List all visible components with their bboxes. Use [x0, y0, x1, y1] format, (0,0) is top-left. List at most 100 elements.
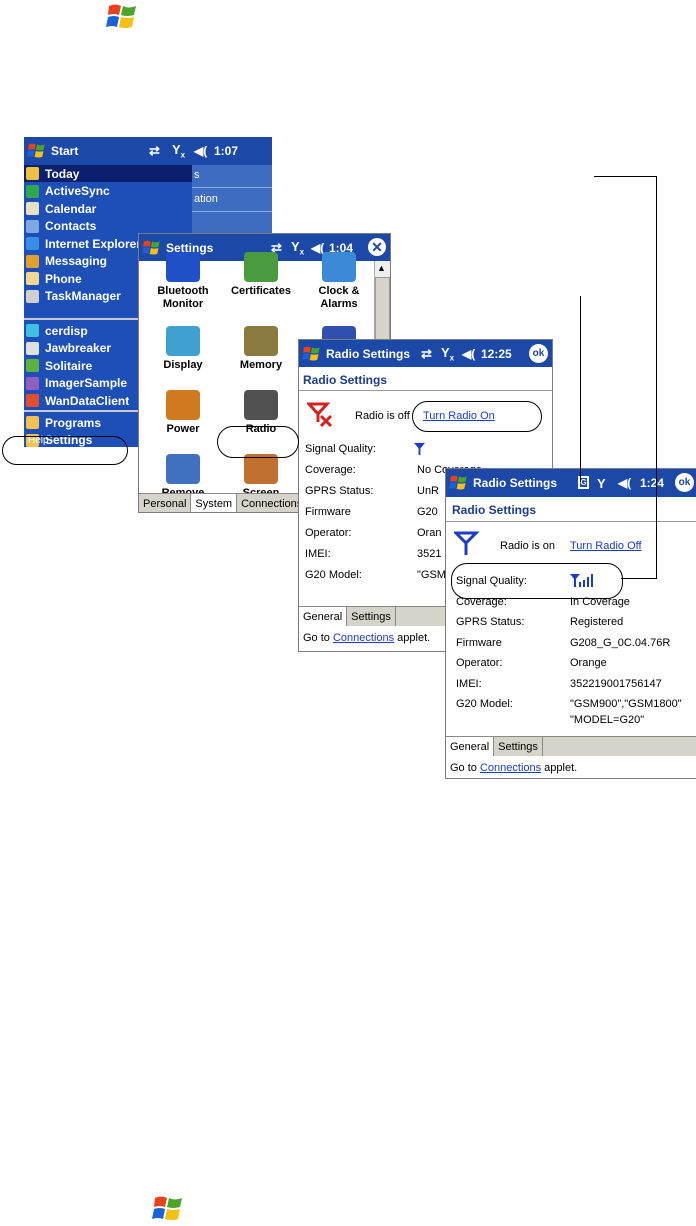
radio-heading: Radio Settings: [452, 503, 537, 517]
certificates-icon[interactable]: [244, 252, 278, 282]
messaging-icon: [26, 254, 39, 268]
bluetooth-icon[interactable]: [166, 252, 200, 282]
display-icon[interactable]: [166, 326, 200, 356]
field-label: Operator:: [456, 657, 503, 669]
settings-item-label[interactable]: Certificates: [223, 285, 299, 298]
turn-radio-off-link[interactable]: Turn Radio Off: [570, 540, 642, 552]
settings-item-label[interactable]: Power: [145, 423, 221, 436]
radio-status: Radio is off: [355, 410, 410, 422]
memory-icon[interactable]: [244, 326, 278, 356]
cerdisp-icon: [26, 324, 39, 337]
antenna-off-icon[interactable]: Yx: [441, 345, 454, 363]
settings-callout: [2, 436, 128, 465]
clock-time[interactable]: 1:07: [214, 144, 238, 158]
menu-item-top-7[interactable]: TaskManager: [26, 288, 121, 305]
clock-icon[interactable]: [322, 252, 356, 282]
clock-time[interactable]: 1:24: [640, 476, 664, 490]
radio-tabs: General Settings: [446, 736, 696, 756]
activesync-icon: [26, 184, 39, 198]
connections-link[interactable]: Connections: [333, 632, 394, 644]
programs-folder-icon: [26, 416, 39, 429]
remove-programs-icon[interactable]: [166, 454, 200, 484]
menu-item-top-3[interactable]: Contacts: [26, 218, 96, 235]
start-flag-icon[interactable]: [302, 344, 322, 364]
power-icon[interactable]: [166, 390, 200, 420]
menu-item-label: Programs: [45, 415, 102, 430]
field-label: IMEI:: [305, 548, 331, 560]
solitaire-icon: [26, 359, 39, 372]
tab-settings[interactable]: Settings: [347, 607, 396, 626]
field-label: Operator:: [305, 527, 352, 539]
start-title[interactable]: Start: [51, 144, 78, 158]
settings-item-label[interactable]: Memory: [223, 359, 299, 372]
ok-button[interactable]: ok: [529, 344, 548, 363]
radio-status: Radio is on: [500, 540, 556, 552]
clock-time[interactable]: 12:25: [481, 347, 512, 361]
antenna-icon[interactable]: Y: [597, 476, 606, 491]
screen-icon[interactable]: [244, 454, 278, 484]
start-titlebar: Start ⇄ Yx ◀( 1:07: [24, 137, 272, 165]
menu-item-label: ImagerSample: [45, 376, 128, 390]
menu-item-top-2[interactable]: Calendar: [26, 200, 96, 217]
start-flag-icon[interactable]: [27, 141, 47, 161]
windows-logo-icon: [152, 1196, 182, 1220]
menu-item-recent-4[interactable]: WanDataClient: [26, 392, 129, 409]
tab-0[interactable]: Personal: [139, 494, 192, 512]
tab-general[interactable]: General: [446, 737, 495, 756]
menu-item-label: Messaging: [45, 254, 108, 268]
field-value: G20: [417, 506, 438, 518]
menu-item-top-1[interactable]: ActiveSync: [26, 183, 110, 200]
menu-item-recent-1[interactable]: Jawbreaker: [26, 340, 111, 357]
menu-item-label: Internet Explorer: [45, 236, 142, 251]
antenna-off-icon[interactable]: Yx: [172, 142, 185, 160]
menu-item-label: ActiveSync: [45, 184, 110, 198]
settings-item-label[interactable]: Clock & Alarms: [301, 285, 377, 311]
menu-item-recent-0[interactable]: cerdisp: [26, 322, 88, 339]
field-value: Orange: [570, 657, 607, 669]
menu-item-recent-3[interactable]: ImagerSample: [26, 375, 127, 392]
field-value: "GSM900","GSM1800": [570, 698, 682, 710]
radio-title: Radio Settings: [473, 476, 558, 490]
footer-prefix: Go to: [303, 632, 333, 644]
ie-icon: [26, 237, 39, 250]
jawbreaker-icon: [26, 341, 39, 355]
tab-general[interactable]: General: [299, 607, 348, 626]
menu-item-top-0[interactable]: Today: [26, 165, 79, 182]
windows-logo-icon: [106, 4, 136, 28]
radio-titlebar: Radio Settings G Y ◀( 1:24 ok: [446, 469, 696, 497]
menu-item-top-4[interactable]: Internet Explorer: [26, 235, 141, 252]
settings-item-label[interactable]: Display: [145, 359, 221, 372]
tab-2[interactable]: Connections: [237, 494, 308, 512]
menu-item-bottom-0[interactable]: Programs: [26, 414, 101, 431]
field-label: Signal Quality:: [305, 443, 376, 455]
menu-item-top-6[interactable]: Phone: [26, 270, 82, 287]
sync-arrows-icon[interactable]: ⇄: [149, 143, 160, 159]
menu-item-label: Today: [45, 166, 80, 181]
menu-item-label: Phone: [45, 271, 82, 286]
radio-titlebar: Radio Settings ⇄ Yx ◀( 12:25 ok: [299, 340, 552, 367]
sync-arrows-icon[interactable]: ⇄: [421, 346, 432, 362]
settings-item-label[interactable]: Bluetooth Monitor: [145, 285, 221, 311]
field-label: IMEI:: [456, 677, 482, 690]
connections-link[interactable]: Connections: [480, 762, 541, 774]
tab-1[interactable]: System: [191, 494, 238, 512]
speaker-icon[interactable]: ◀(: [618, 476, 631, 490]
speaker-icon[interactable]: ◀(: [462, 347, 475, 361]
field-label: GPRS Status:: [456, 616, 525, 628]
menu-item-label: Jawbreaker: [45, 341, 112, 355]
radio-callout: [217, 426, 299, 458]
close-icon[interactable]: ✕: [368, 238, 386, 256]
field-value: Oran: [417, 527, 442, 539]
radio-icon[interactable]: [244, 390, 278, 420]
antenna-off-icon[interactable]: Yx: [291, 239, 304, 257]
leader-line: [656, 176, 657, 578]
menu-item-top-5[interactable]: Messaging: [26, 253, 107, 270]
start-flag-icon[interactable]: [449, 473, 469, 493]
footer: Go to Connections applet.: [450, 762, 577, 774]
ok-button[interactable]: ok: [675, 473, 694, 492]
speaker-icon[interactable]: ◀(: [194, 144, 207, 158]
menu-item-recent-2[interactable]: Solitaire: [26, 357, 92, 374]
field-label: Coverage:: [305, 464, 356, 476]
tab-settings[interactable]: Settings: [494, 737, 543, 756]
start-flag-icon[interactable]: [142, 238, 162, 258]
